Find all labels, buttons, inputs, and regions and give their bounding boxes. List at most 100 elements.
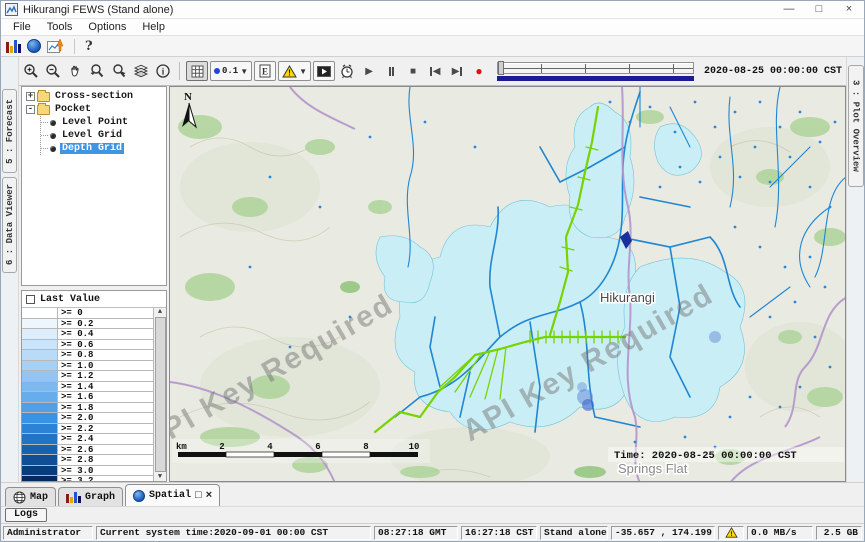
spatial-display-icon[interactable]: [27, 39, 41, 53]
legend-row[interactable]: >= 2.6: [22, 445, 153, 456]
main-toolbar: ?: [1, 36, 864, 57]
bottom-tab-bar: Map Graph Spatial □ ×: [1, 482, 864, 506]
legend-row[interactable]: >= 3.0: [22, 466, 153, 477]
status-warning[interactable]: !: [718, 526, 744, 540]
scrollbar-thumb[interactable]: [155, 317, 166, 472]
maximize-button[interactable]: □: [804, 1, 834, 18]
menu-file[interactable]: File: [5, 21, 39, 33]
legend-row[interactable]: >= 1.8: [22, 403, 153, 414]
svg-text:10: 10: [409, 442, 420, 452]
tree-node-level-point[interactable]: Level Point: [41, 116, 166, 129]
info-icon[interactable]: i: [153, 61, 173, 81]
data-viewer-panel: + Cross-section - Pocket Lev: [19, 86, 169, 482]
animation-button[interactable]: [313, 61, 335, 81]
undock-tab-icon[interactable]: □: [195, 490, 202, 502]
last-value-checkbox[interactable]: [26, 295, 35, 304]
logs-row: Logs: [1, 506, 864, 523]
map-canvas[interactable]: API Key Required API Key Required Hikura…: [169, 86, 846, 482]
logs-button[interactable]: Logs: [5, 508, 47, 522]
tab-spatial[interactable]: Spatial □ ×: [125, 484, 220, 506]
close-button[interactable]: ×: [834, 1, 864, 18]
export-chart-icon[interactable]: [47, 38, 64, 54]
svg-text:!: !: [288, 68, 291, 77]
legend-row[interactable]: >= 0.6: [22, 340, 153, 351]
legend-swatch: [22, 371, 58, 381]
svg-text:km: km: [176, 442, 187, 452]
menu-help[interactable]: Help: [134, 21, 173, 33]
tab-data-viewer[interactable]: 6 : Data Viewer: [2, 177, 17, 273]
status-coordinates: -35.657 , 174.199: [611, 526, 715, 540]
menu-tools[interactable]: Tools: [39, 21, 81, 33]
help-button[interactable]: ?: [85, 39, 93, 54]
record-button[interactable]: ●: [469, 64, 489, 78]
zoom-next-icon[interactable]: [109, 61, 129, 81]
zoom-previous-icon[interactable]: [87, 61, 107, 81]
legend-row[interactable]: >= 2.4: [22, 434, 153, 445]
legend-row[interactable]: >= 1.6: [22, 392, 153, 403]
tab-forecast[interactable]: 5 : Forecast: [2, 89, 17, 173]
tree-node-depth-grid[interactable]: Depth Grid: [41, 142, 166, 155]
tree-node-cross-section[interactable]: + Cross-section: [24, 90, 166, 103]
step-forward-button[interactable]: ▶: [447, 66, 467, 77]
legend-swatch: [22, 403, 58, 413]
minimize-button[interactable]: —: [774, 1, 804, 18]
expander-icon[interactable]: +: [26, 92, 35, 101]
legend-swatch: [22, 434, 58, 444]
legend-swatch: [22, 413, 58, 423]
scale-bar: km 2 4 6 8 10: [172, 439, 430, 463]
place-label: Springs Flat: [618, 461, 688, 476]
layers-icon[interactable]: [131, 61, 151, 81]
time-slider[interactable]: [497, 62, 694, 81]
legend-row[interactable]: >= 2.2: [22, 424, 153, 435]
legend-swatch: [22, 329, 58, 339]
legend-swatch: [22, 382, 58, 392]
legend-row[interactable]: >= 0.8: [22, 350, 153, 361]
svg-text:N: N: [184, 91, 192, 103]
warning-thresholds-dropdown[interactable]: ! ▼: [278, 61, 311, 81]
legend-editor-button[interactable]: E: [254, 61, 276, 81]
legend-row[interactable]: >= 1.2: [22, 371, 153, 382]
legend-row[interactable]: >= 3.2: [22, 476, 153, 481]
time-slider-handle[interactable]: [498, 61, 504, 75]
legend-swatch: [22, 340, 58, 350]
menu-options[interactable]: Options: [80, 21, 134, 33]
timer-icon[interactable]: [337, 61, 357, 81]
legend-row[interactable]: >= 1.4: [22, 382, 153, 393]
legend-class-list: >= 0 >= 0.2 >= 0.4 >= 0.6 >= 0.8 >= 1.0 …: [22, 307, 166, 481]
svg-text:i: i: [162, 67, 165, 77]
play-button[interactable]: ▶: [359, 66, 379, 77]
legend-swatch: [22, 308, 58, 318]
left-tab-strip: 5 : Forecast 6 : Data Viewer: [1, 57, 19, 482]
legend-row[interactable]: >= 0.4: [22, 329, 153, 340]
app-window: Hikurangi FEWS (Stand alone) — □ × File …: [0, 0, 865, 542]
stop-button[interactable]: ■: [403, 66, 423, 77]
step-back-button[interactable]: ◀: [425, 66, 445, 77]
status-local-time: 16:27:18 CST: [461, 526, 537, 540]
svg-text:!: !: [729, 531, 733, 538]
tab-plot-overview[interactable]: 3 : Plot Overview: [848, 65, 864, 187]
legend-row[interactable]: >= 2.8: [22, 455, 153, 466]
svg-text:E: E: [262, 67, 268, 77]
class-threshold-dropdown[interactable]: 0.1 ▼: [210, 61, 252, 81]
legend-scrollbar[interactable]: ▲▼: [153, 308, 166, 481]
timeseries-chart-icon[interactable]: [6, 39, 21, 53]
close-tab-icon[interactable]: ×: [206, 490, 213, 502]
legend-row[interactable]: >= 0.2: [22, 319, 153, 330]
tree-node-level-grid[interactable]: Level Grid: [41, 129, 166, 142]
zoom-out-icon[interactable]: [43, 61, 63, 81]
tree-node-pocket[interactable]: - Pocket: [24, 103, 166, 116]
legend-row[interactable]: >= 0: [22, 308, 153, 319]
grid-display-button[interactable]: [186, 61, 208, 81]
zoom-in-icon[interactable]: [21, 61, 41, 81]
tab-map[interactable]: Map: [5, 487, 56, 506]
pan-hand-icon[interactable]: [65, 61, 85, 81]
collapse-icon[interactable]: -: [26, 105, 35, 114]
legend-row[interactable]: >= 1.0: [22, 361, 153, 372]
status-bar: Administrator Current system time:2020-0…: [1, 523, 864, 541]
pause-button[interactable]: [381, 67, 401, 76]
legend-swatch: [22, 319, 58, 329]
legend-row[interactable]: >= 2.0: [22, 413, 153, 424]
status-download-speed: 0.0 MB/s: [747, 526, 813, 540]
tab-graph[interactable]: Graph: [58, 487, 123, 506]
globe-wire-icon: [13, 491, 26, 504]
